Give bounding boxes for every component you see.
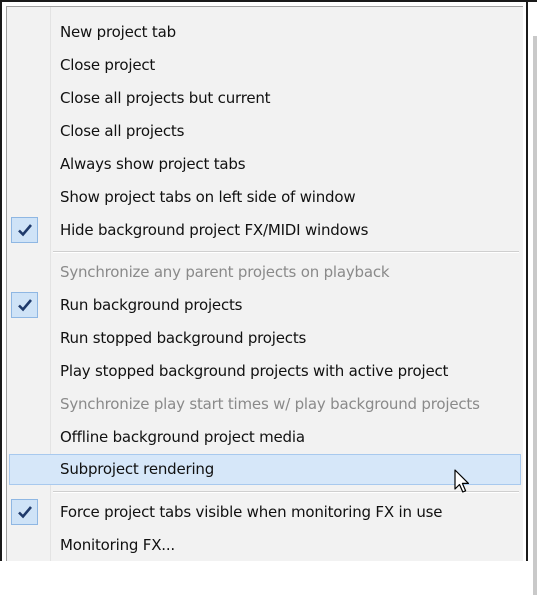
menu-separator [53,491,519,493]
menu-item-sync-play-start-times[interactable]: Synchronize play start times w/ play bac… [9,389,521,420]
menu-item-label: Close all projects but current [60,89,271,107]
menu-item-label: Play stopped background projects with ac… [60,362,449,380]
menu-item-always-show-project-tabs[interactable]: Always show project tabs [9,149,521,180]
window-edge [524,2,537,595]
menu-item-hide-background-fx-midi[interactable]: Hide background project FX/MIDI windows [9,215,521,246]
menu-separator [53,251,519,253]
menu-item-label: Synchronize play start times w/ play bac… [60,395,480,413]
menu-item-label: Close project [60,56,156,74]
menu-item-label: Synchronize any parent projects on playb… [60,263,390,281]
menu-item-sync-parent-projects[interactable]: Synchronize any parent projects on playb… [9,257,521,288]
menu-item-force-tabs-visible[interactable]: Force project tabs visible when monitori… [9,497,521,528]
menu-item-close-project[interactable]: Close project [9,50,521,81]
menu-item-close-all-projects[interactable]: Close all projects [9,116,521,147]
menu-item-close-all-but-current[interactable]: Close all projects but current [9,83,521,114]
menu-item-label: Show project tabs on left side of window [60,188,356,206]
menu-item-label: Always show project tabs [60,155,246,173]
menu-item-label: New project tab [60,23,176,41]
menu-item-label: Monitoring FX... [60,536,175,554]
menu-item-run-stopped-background[interactable]: Run stopped background projects [9,323,521,354]
menu-item-subproject-rendering[interactable]: Subproject rendering [9,454,521,485]
menu-item-new-project-tab[interactable]: New project tab [9,17,521,48]
menu-item-play-stopped-background[interactable]: Play stopped background projects with ac… [9,356,521,387]
menu-item-label: Force project tabs visible when monitori… [60,503,443,521]
menu-item-label: Hide background project FX/MIDI windows [60,221,369,239]
checkmark-icon [11,217,38,243]
checkmark-icon [11,292,38,318]
menu-item-label: Run stopped background projects [60,329,307,347]
menu-item-show-tabs-left-side[interactable]: Show project tabs on left side of window [9,182,521,213]
menu-item-label: Offline background project media [60,428,305,446]
menu-item-label: Run background projects [60,296,243,314]
menu-item-run-background-projects[interactable]: Run background projects [9,290,521,321]
menu-item-monitoring-fx[interactable]: Monitoring FX... [9,530,521,561]
menu-item-label: Close all projects [60,122,185,140]
menu-item-label: Subproject rendering [60,460,215,478]
checkmark-icon [11,499,38,525]
menu-item-offline-background-media[interactable]: Offline background project media [9,422,521,453]
project-tabs-menu: New project tab Close project Close all … [6,6,523,561]
mouse-pointer-icon [454,469,472,499]
